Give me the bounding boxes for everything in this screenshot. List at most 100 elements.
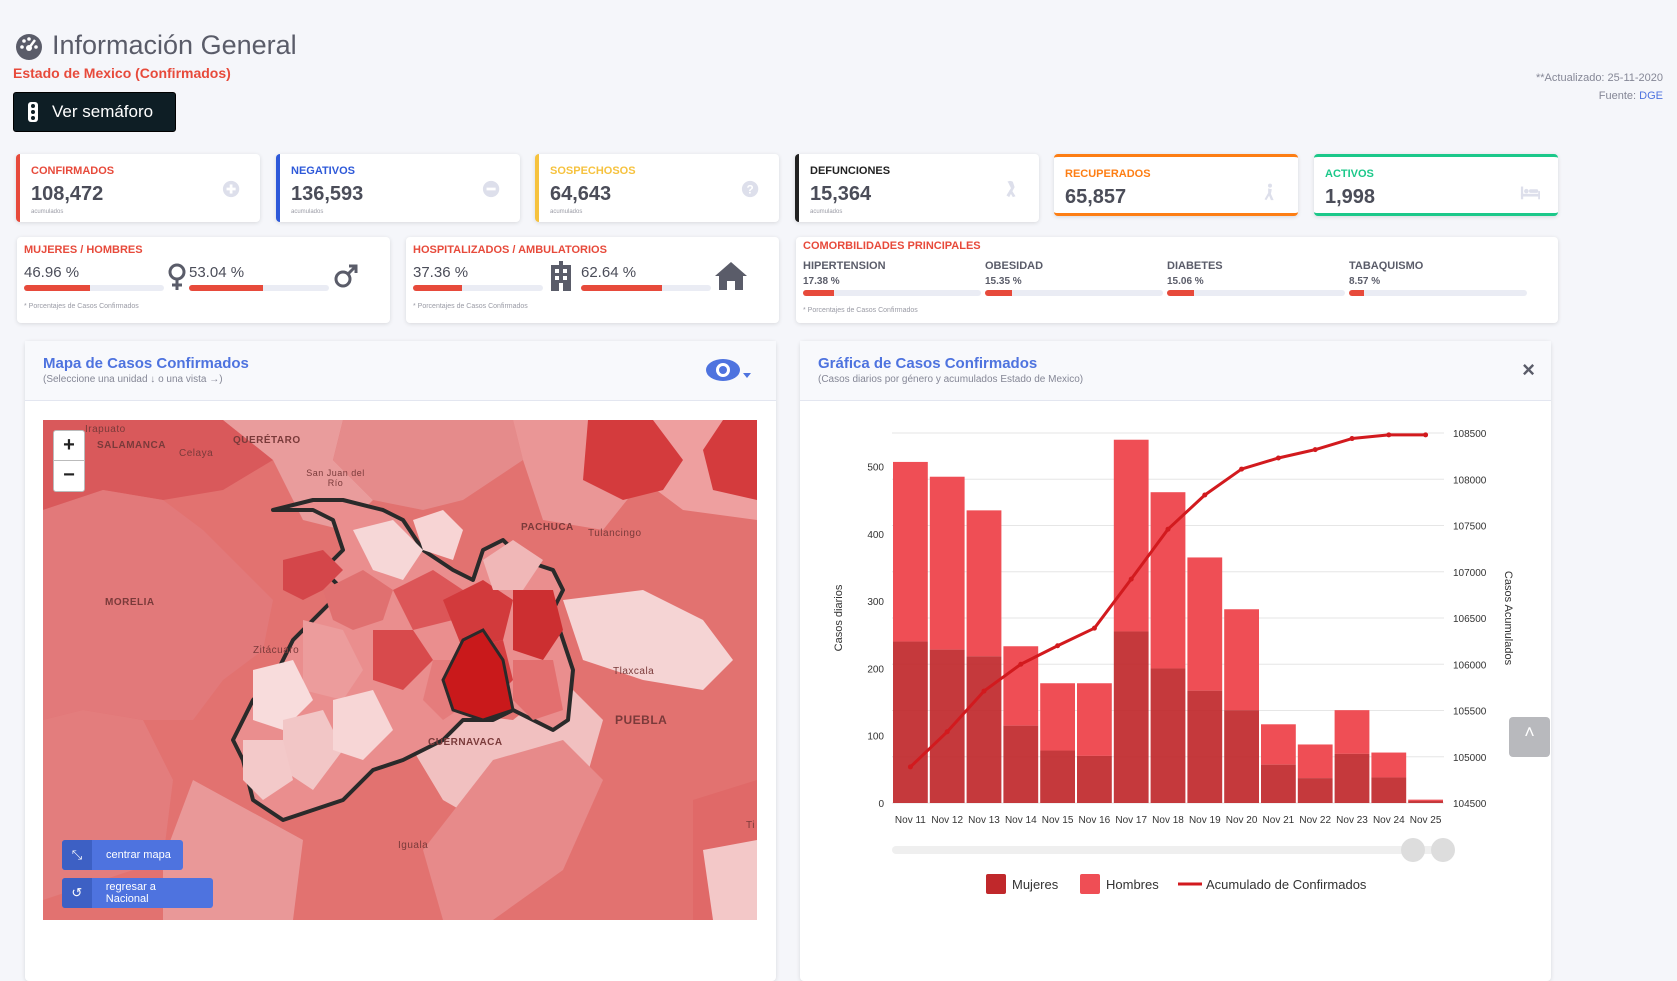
x-tick-label: Nov 21 xyxy=(1263,815,1295,826)
bar-mujeres xyxy=(1371,777,1407,803)
y-right-tick-label: 105000 xyxy=(1453,753,1487,764)
zoom-in-button[interactable]: + xyxy=(53,430,85,462)
map-place-label: Iguala xyxy=(398,840,429,851)
map-place-label: QUERÉTARO xyxy=(233,435,301,446)
line-point xyxy=(1423,432,1429,438)
close-icon[interactable]: × xyxy=(1522,357,1535,383)
source-link[interactable]: DGE xyxy=(1639,90,1663,102)
line-point xyxy=(1202,492,1208,498)
stat-card-recuperados: RECUPERADOS 65,857 xyxy=(1054,154,1298,216)
comorbidity-pct: 17.38 % xyxy=(803,276,840,287)
line-point xyxy=(1239,466,1245,472)
stat-sub: acumulados xyxy=(31,209,64,215)
map-place-label: MORELIA xyxy=(105,597,155,608)
comorbidity-pct: 8.57 % xyxy=(1349,276,1381,287)
stat-value: 1,998 xyxy=(1325,186,1376,208)
comorbidity-bar xyxy=(985,290,1163,296)
chart-subtitle: (Casos diarios por género y acumulados E… xyxy=(818,374,1084,385)
stat-value: 64,643 xyxy=(550,183,612,205)
hosp-pct: 37.36 % xyxy=(413,264,469,281)
back-national-button[interactable]: ↺ regresar a Nacional xyxy=(62,878,213,908)
bar-hombres xyxy=(929,476,965,650)
bar-hombres xyxy=(1187,557,1223,691)
y-right-tick-label: 107000 xyxy=(1453,568,1487,579)
bar-mujeres xyxy=(1150,668,1186,803)
legend-label: Hombres xyxy=(1106,877,1159,892)
stat-sub: acumulados xyxy=(810,209,843,215)
bar-mujeres xyxy=(1040,750,1075,803)
map-place-label: PUEBLA xyxy=(615,713,668,727)
comorbidity-name: TABAQUISMO xyxy=(1349,260,1424,272)
line-point xyxy=(944,729,950,735)
bar-hombres xyxy=(1113,439,1149,632)
y-right-tick-label: 106000 xyxy=(1453,660,1487,671)
stat-sub: acumulados xyxy=(550,209,583,215)
hosp-bar xyxy=(413,285,543,291)
semaforo-button[interactable]: Ver semáforo xyxy=(13,92,176,132)
minus-circle-icon xyxy=(482,180,500,198)
zoom-out-button[interactable]: − xyxy=(53,460,85,492)
bar-mujeres xyxy=(1077,755,1112,803)
map-place-label: San Juan del Río xyxy=(306,468,365,488)
stat-label: RECUPERADOS xyxy=(1065,168,1151,180)
undo-icon: ↺ xyxy=(62,878,92,908)
scroll-top-button[interactable]: ˄ xyxy=(1509,717,1550,757)
y-right-tick-label: 106500 xyxy=(1453,614,1487,625)
comorbidities-note: * Porcentajes de Casos Confirmados xyxy=(803,307,918,314)
x-tick-label: Nov 24 xyxy=(1373,815,1405,826)
bar-mujeres xyxy=(1113,631,1149,803)
stat-sub: acumulados xyxy=(291,209,324,215)
line-point xyxy=(1055,643,1061,649)
traffic-light-icon xyxy=(28,102,38,122)
line-point xyxy=(1128,576,1134,582)
bar-mujeres xyxy=(1408,800,1443,803)
x-tick-label: Nov 11 xyxy=(895,815,926,826)
hospital-label: HOSPITALIZADOS / AMBULATORIOS xyxy=(413,244,607,256)
ribbon-icon xyxy=(1006,180,1016,198)
map-place-label: Celaya xyxy=(179,448,214,459)
legend-swatch xyxy=(986,874,1006,894)
bar-hombres xyxy=(1408,799,1443,801)
women-bar xyxy=(24,285,164,291)
x-tick-label: Nov 19 xyxy=(1189,815,1221,826)
chart-title: Gráfica de Casos Confirmados xyxy=(818,355,1038,372)
bar-mujeres xyxy=(929,649,965,803)
bar-mujeres xyxy=(1224,710,1259,803)
comorbidity-bar xyxy=(1349,290,1527,296)
bar-hombres xyxy=(1297,744,1333,779)
x-tick-label: Nov 17 xyxy=(1115,815,1147,826)
range-handle-left xyxy=(1401,838,1425,862)
x-tick-label: Nov 12 xyxy=(931,815,963,826)
map-place-label: Irapuato xyxy=(85,424,126,435)
line-point xyxy=(1165,526,1171,532)
y-right-tick-label: 107500 xyxy=(1453,522,1487,533)
tachometer-icon xyxy=(16,33,42,60)
y-right-tick-label: 108500 xyxy=(1453,429,1487,440)
comorbidities-card: COMORBILIDADES PRINCIPALES HIPERTENSION 1… xyxy=(796,237,1558,323)
center-map-button[interactable]: ⤡ centrar mapa xyxy=(62,840,183,870)
x-tick-label: Nov 14 xyxy=(1005,815,1037,826)
line-point xyxy=(1091,625,1097,631)
page-title: Información General xyxy=(14,30,297,61)
stat-card-sospechosos: SOSPECHOSOS 64,643 acumulados? xyxy=(535,154,779,222)
bar-mujeres xyxy=(1297,778,1333,803)
y-right-tick-label: 105500 xyxy=(1453,707,1487,718)
source-label: Fuente: xyxy=(1598,90,1637,102)
eye-view-icon[interactable] xyxy=(705,357,755,383)
x-tick-label: Nov 20 xyxy=(1226,815,1258,826)
x-tick-label: Nov 13 xyxy=(968,815,1000,826)
plus-circle-icon xyxy=(222,180,240,198)
stat-card-confirmados: CONFIRMADOS 108,472 acumulados xyxy=(16,154,260,222)
comorbidity-name: DIABETES xyxy=(1167,260,1223,272)
gender-note: * Porcentajes de Casos Confirmados xyxy=(24,303,139,310)
walking-icon xyxy=(1264,183,1274,201)
question-circle-icon: ? xyxy=(741,180,759,198)
comorbidity-bar xyxy=(1167,290,1345,296)
comorbidity-pct: 15.06 % xyxy=(1167,276,1204,287)
x-tick-label: Nov 25 xyxy=(1410,815,1442,826)
back-national-label: regresar a Nacional xyxy=(105,881,156,905)
x-tick-label: Nov 22 xyxy=(1299,815,1331,826)
bar-mujeres xyxy=(1187,690,1223,803)
map-place-label: SALAMANCA xyxy=(97,440,166,451)
stat-value: 108,472 xyxy=(31,183,104,205)
